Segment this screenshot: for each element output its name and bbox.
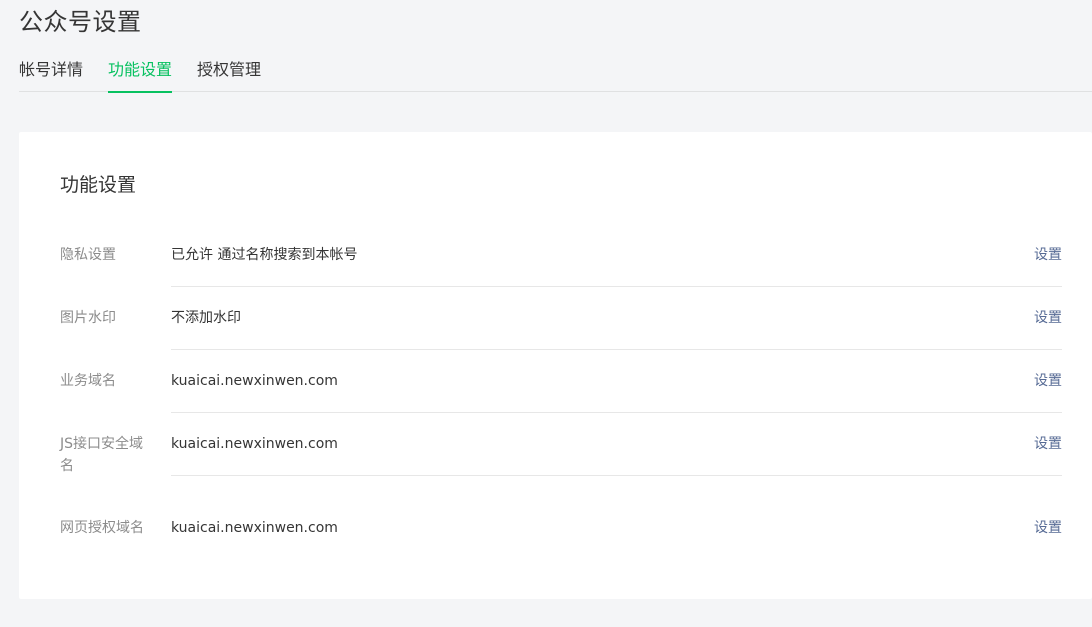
row-label: 隐私设置: [60, 247, 116, 263]
watermark-settings-link[interactable]: 设置: [1034, 307, 1062, 329]
row-divider: [171, 349, 1062, 350]
oauth-domain-settings-link[interactable]: 设置: [1034, 517, 1062, 539]
row-value: kuaicai.newxinwen.com: [171, 436, 338, 452]
row-value: 已允许 通过名称搜索到本帐号: [171, 247, 358, 263]
row-divider: [171, 286, 1062, 287]
js-domain-settings-link[interactable]: 设置: [1034, 433, 1062, 455]
page-title: 公众号设置: [19, 8, 142, 36]
tab-feature-settings[interactable]: 功能设置: [108, 58, 173, 93]
row-value: kuaicai.newxinwen.com: [171, 373, 338, 389]
row-value: 不添加水印: [171, 310, 241, 326]
business-domain-settings-link[interactable]: 设置: [1034, 370, 1062, 392]
tab-bar: 帐号详情 功能设置 授权管理: [19, 58, 1092, 93]
row-label: JS接口安全域名: [60, 436, 144, 474]
row-label: 业务域名: [60, 373, 116, 389]
privacy-settings-link[interactable]: 设置: [1034, 244, 1062, 266]
row-value: kuaicai.newxinwen.com: [171, 520, 338, 536]
row-divider: [171, 475, 1062, 476]
tab-account-details[interactable]: 帐号详情: [19, 58, 83, 92]
card-title: 功能设置: [60, 174, 137, 196]
feature-settings-card: 功能设置 隐私设置 已允许 通过名称搜索到本帐号 设置 图片水印 不添加水印 设…: [19, 132, 1092, 599]
row-label: 网页授权域名: [60, 520, 144, 536]
row-label: 图片水印: [60, 310, 116, 326]
row-divider: [171, 412, 1062, 413]
tab-authorization-management[interactable]: 授权管理: [197, 58, 261, 92]
